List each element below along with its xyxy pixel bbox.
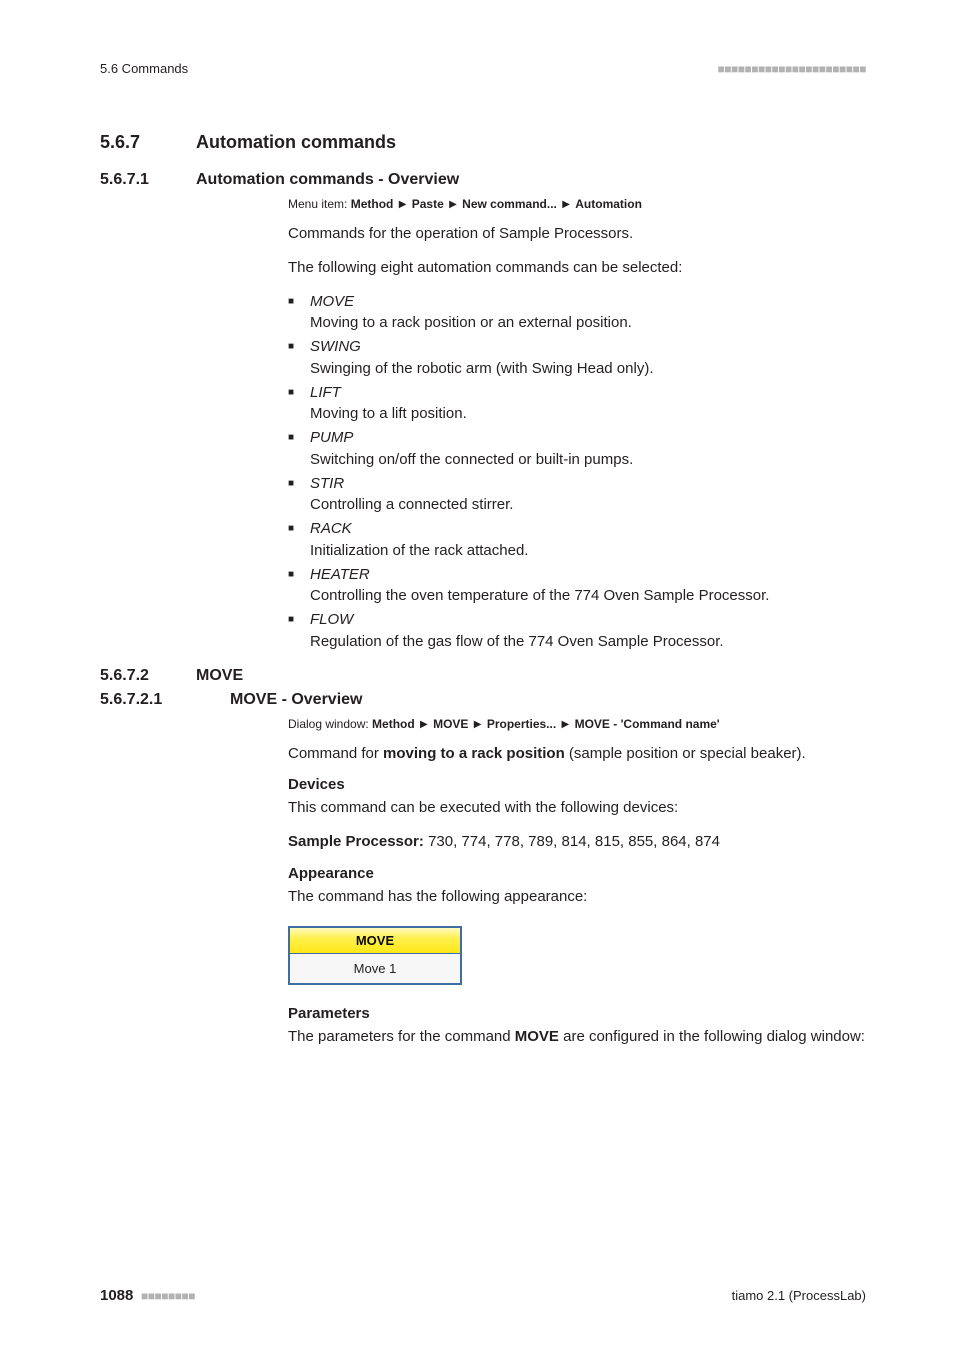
command-list: ■MOVEMoving to a rack position or an ext… <box>288 291 866 653</box>
parameters-heading: Parameters <box>288 1005 866 1022</box>
intro-para-1: Commands for the operation of Sample Pro… <box>288 223 866 245</box>
menu-path-1: Menu item: Method ▶ Paste ▶ New command.… <box>288 197 866 211</box>
devices-list: Sample Processor: 730, 774, 778, 789, 81… <box>288 831 866 853</box>
bullet-icon: ■ <box>288 427 310 449</box>
intro-para-2: The following eight automation commands … <box>288 257 866 279</box>
list-item: ■PUMPSwitching on/off the connected or b… <box>288 427 866 471</box>
header-dots: ■■■■■■■■■■■■■■■■■■■■■■ <box>718 62 866 76</box>
list-item: ■SWINGSwinging of the robotic arm (with … <box>288 336 866 380</box>
heading-automation-commands: 5.6.7 Automation commands <box>100 132 866 153</box>
heading-move: 5.6.7.2 MOVE <box>100 667 866 685</box>
heading-num: 5.6.7.1 <box>100 171 196 189</box>
list-item: ■STIRControlling a connected stirrer. <box>288 473 866 517</box>
triangle-icon: ▶ <box>418 719 430 730</box>
heading-overview: 5.6.7.1 Automation commands - Overview <box>100 171 866 189</box>
heading-num: 5.6.7.2 <box>100 667 196 685</box>
footer-dots: ■■■■■■■■ <box>141 1289 195 1303</box>
triangle-icon: ▶ <box>560 199 572 210</box>
command-box-title: MOVE <box>290 928 460 954</box>
page-footer: 1088 ■■■■■■■■ tiamo 2.1 (ProcessLab) <box>100 1287 866 1304</box>
move-description: Command for moving to a rack position (s… <box>288 743 866 765</box>
list-item: ■MOVEMoving to a rack position or an ext… <box>288 291 866 335</box>
page-header: 5.6 Commands ■■■■■■■■■■■■■■■■■■■■■■ <box>100 61 866 76</box>
devices-heading: Devices <box>288 776 866 793</box>
heading-move-overview: 5.6.7.2.1 MOVE - Overview <box>100 691 866 709</box>
bullet-icon: ■ <box>288 473 310 495</box>
list-item: ■RACKInitialization of the rack attached… <box>288 518 866 562</box>
bullet-icon: ■ <box>288 564 310 586</box>
list-item: ■HEATERControlling the oven temperature … <box>288 564 866 608</box>
menu-path-2: Dialog window: Method ▶ MOVE ▶ Propertie… <box>288 717 866 731</box>
footer-product: tiamo 2.1 (ProcessLab) <box>732 1288 866 1303</box>
devices-line: This command can be executed with the fo… <box>288 797 866 819</box>
page-number: 1088 <box>100 1287 133 1304</box>
appearance-heading: Appearance <box>288 865 866 882</box>
triangle-icon: ▶ <box>397 199 409 210</box>
bullet-icon: ■ <box>288 518 310 540</box>
parameters-line: The parameters for the command MOVE are … <box>288 1026 866 1048</box>
appearance-line: The command has the following appearance… <box>288 886 866 908</box>
heading-num: 5.6.7.2.1 <box>100 691 230 709</box>
heading-title: Automation commands <box>196 132 396 153</box>
triangle-icon: ▶ <box>447 199 459 210</box>
triangle-icon: ▶ <box>560 719 572 730</box>
list-item: ■FLOWRegulation of the gas flow of the 7… <box>288 609 866 653</box>
bullet-icon: ■ <box>288 336 310 358</box>
bullet-icon: ■ <box>288 291 310 313</box>
header-section-ref: 5.6 Commands <box>100 61 188 76</box>
bullet-icon: ■ <box>288 382 310 404</box>
triangle-icon: ▶ <box>472 719 484 730</box>
heading-title: Automation commands - Overview <box>196 171 459 189</box>
list-item: ■LIFTMoving to a lift position. <box>288 382 866 426</box>
heading-title: MOVE - Overview <box>230 691 363 709</box>
command-appearance-box: MOVE Move 1 <box>288 926 462 985</box>
heading-num: 5.6.7 <box>100 132 196 153</box>
command-box-body: Move 1 <box>290 954 460 983</box>
bullet-icon: ■ <box>288 609 310 631</box>
heading-title: MOVE <box>196 667 243 685</box>
